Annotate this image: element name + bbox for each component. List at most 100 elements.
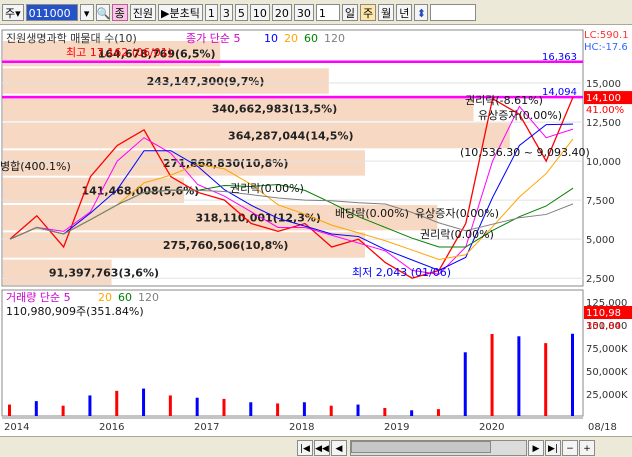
first-button[interactable]: |◀ xyxy=(297,439,313,456)
toolbar: 주▾ 011000 ▾ 🔍 종 진원 ▶분초틱 1 3 5 10 20 30 1 일주월년… xyxy=(0,0,632,25)
interval-30[interactable]: 30 xyxy=(293,3,314,21)
pink-label[interactable]: 종 xyxy=(111,3,128,21)
volume-profile-label: 91,397,763(3,6%) xyxy=(49,266,159,279)
lc-label: LC:590.1 xyxy=(584,30,629,41)
volume-bar xyxy=(436,409,440,416)
volume-profile-label: 271,868,830(10,8%) xyxy=(163,157,288,170)
volume-bar xyxy=(115,390,119,416)
volume-ma-label: 20 xyxy=(98,291,112,304)
price-axis-tick: 5,000 xyxy=(586,235,615,246)
ma-period-label: 120 xyxy=(324,32,345,45)
event-annotation: 병합(400.1%) xyxy=(0,160,71,173)
event-annotation: 권리락(-8.61%) xyxy=(465,94,543,107)
low-label: 최저 2,043 (01/06) xyxy=(352,266,451,279)
price-axis-tick: 15,000 xyxy=(586,79,621,90)
volume-axis-tick: 75,000K xyxy=(586,344,628,355)
event-annotation: (10,536.30 ~ 9,093.40) xyxy=(460,146,590,159)
ma-prefix: 종가 단순 5 xyxy=(186,32,240,45)
volume-bar xyxy=(410,410,414,416)
interval-5[interactable]: 5 xyxy=(234,3,248,21)
volume-value-label: 110,980,909주(351.84%) xyxy=(6,305,144,318)
scroll-thumb[interactable] xyxy=(351,440,491,453)
x-axis-label: 2019 xyxy=(384,422,409,433)
event-annotation: 권리락(0.00%) xyxy=(420,228,494,241)
line2-value: 14,094 xyxy=(542,87,577,98)
volume-axis-tick: 25,000K xyxy=(586,390,628,401)
price-panel-title: 진원생명과학 매물대 수(10) xyxy=(6,32,137,45)
volume-profile-label: 340,662,983(13,5%) xyxy=(212,102,337,115)
market-label: 주 xyxy=(5,6,16,20)
x-axis-label: 2020 xyxy=(479,422,504,433)
volume-bar xyxy=(517,336,521,416)
chart-area[interactable]: 91,397,763(3,6%) 275,760,506(10,8%) 318,11… xyxy=(0,24,632,440)
volume-bar xyxy=(571,333,574,416)
volume-bar xyxy=(195,397,199,416)
interval-3[interactable]: 3 xyxy=(219,3,233,21)
period-3[interactable]: 년 xyxy=(396,3,413,21)
zoom-in-button[interactable]: + xyxy=(579,439,595,456)
zoom-out-button[interactable]: − xyxy=(562,439,578,456)
volume-bar xyxy=(329,405,333,416)
volume-bar xyxy=(142,388,146,416)
chart-svg[interactable]: 91,397,763(3,6%)275,760,506(10,8%)318,11… xyxy=(0,24,632,440)
updown-icon[interactable]: ⬍ xyxy=(414,3,429,21)
search-icon[interactable]: 🔍 xyxy=(95,3,110,21)
event-annotation: 유상증자(0.00%) xyxy=(478,109,562,122)
period-1[interactable]: 주 xyxy=(360,3,377,21)
period-2[interactable]: 월 xyxy=(378,3,395,21)
x-axis-right-label: 08/18 xyxy=(588,422,617,433)
period-0[interactable]: 일 xyxy=(341,3,358,21)
count-input[interactable]: 1 xyxy=(315,3,340,21)
code-input[interactable]: 011000 xyxy=(25,3,78,21)
event-annotation: 배당락(0.00%) xyxy=(335,207,409,220)
event-annotation: 권리락(0.00%) xyxy=(230,182,304,195)
current-price: 14,100 xyxy=(586,93,621,104)
prev-button[interactable]: ◀ xyxy=(331,439,347,456)
volume-profile-label: 243,147,300(9,7%) xyxy=(147,75,265,88)
line1-value: 16,363 xyxy=(542,52,577,63)
price-axis-tick: 12,500 xyxy=(586,118,621,129)
chart-type-button[interactable]: ▶분초틱 xyxy=(158,3,203,21)
code-dropdown[interactable]: ▾ xyxy=(79,3,94,21)
price-axis-tick: 2,500 xyxy=(586,274,615,285)
ma-period-label: 10 xyxy=(264,32,278,45)
prev-page-button[interactable]: ◀◀ xyxy=(314,439,330,456)
volume-ma-label: 60 xyxy=(118,291,132,304)
chart-type-label: 분초틱 xyxy=(169,6,200,20)
interval-1[interactable]: 1 xyxy=(204,3,218,21)
volume-bar xyxy=(222,398,226,416)
volume-current-box: 110,98 xyxy=(586,308,621,319)
hc-label: HC:-17.6 xyxy=(584,42,628,53)
market-select[interactable]: 주▾ xyxy=(2,3,24,21)
volume-profile-label: 364,287,044(14,5%) xyxy=(228,130,353,143)
event-annotation: 유상증자(0.00%) xyxy=(415,207,499,220)
last-button[interactable]: ▶| xyxy=(545,439,561,456)
volume-bar xyxy=(302,402,306,416)
current-pct: 41.00% xyxy=(586,105,624,116)
interval-10[interactable]: 10 xyxy=(249,3,270,21)
x-axis-label: 2017 xyxy=(194,422,219,433)
x-axis-label: 2014 xyxy=(4,422,29,433)
volume-bar xyxy=(463,352,467,416)
price-axis-tick: 7,500 xyxy=(586,196,615,207)
chart-scrollbar[interactable] xyxy=(350,439,527,456)
volume-panel-title: 거래량 단순 5 xyxy=(6,291,71,304)
volume-bar xyxy=(544,343,548,416)
next-button[interactable]: ▶ xyxy=(528,439,544,456)
ma-period-label: 20 xyxy=(284,32,298,45)
volume-profile-label: 275,760,506(10,8%) xyxy=(163,239,288,252)
volume-bar xyxy=(168,395,172,416)
volume-bar xyxy=(61,405,65,416)
volume-current-pct: 351.84 xyxy=(586,321,621,332)
high-label: 최고 17,162 (06/01) xyxy=(66,46,172,59)
volume-ma-label: 120 xyxy=(138,291,159,304)
volume-bar xyxy=(88,395,92,416)
extra-input[interactable] xyxy=(430,3,477,21)
stock-name: 진원 xyxy=(129,3,157,21)
volume-bar xyxy=(34,401,38,416)
x-axis-label: 2016 xyxy=(99,422,124,433)
volume-bar xyxy=(276,403,280,416)
bottom-controls: |◀ ◀◀ ◀ ▶ ▶| − + xyxy=(0,436,632,457)
interval-20[interactable]: 20 xyxy=(271,3,292,21)
volume-bar xyxy=(356,404,360,416)
